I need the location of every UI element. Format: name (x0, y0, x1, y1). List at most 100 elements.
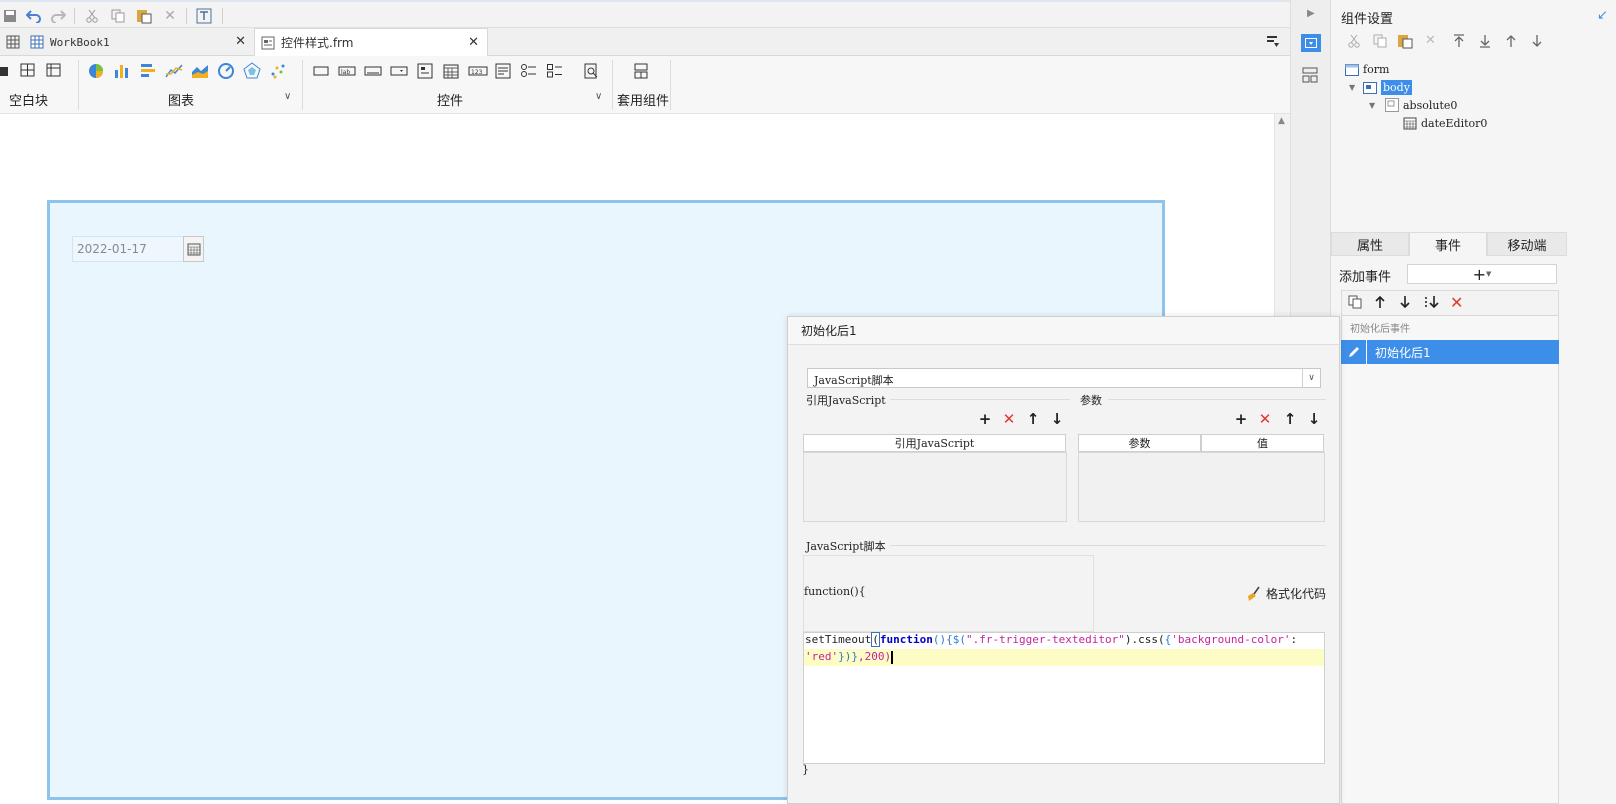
copy-icon[interactable] (108, 6, 128, 26)
number-widget-icon[interactable]: 123 (468, 62, 488, 82)
quick-toolbar: ✕ (0, 0, 1330, 28)
ref-js-list[interactable] (803, 452, 1067, 522)
event-item-selected[interactable]: 初始化后1 (1341, 340, 1559, 364)
component-settings-icon[interactable] (1301, 34, 1321, 52)
scatter-chart-icon[interactable] (269, 62, 289, 82)
undo-icon[interactable] (24, 6, 44, 26)
area-chart-icon[interactable] (191, 62, 211, 82)
delete-param-icon[interactable]: ✕ (1257, 410, 1273, 428)
script-type-select[interactable]: JavaScript脚本 ∨ (807, 368, 1321, 388)
form-file-icon (261, 36, 275, 49)
checkbox-group-widget-icon[interactable] (546, 62, 566, 82)
move-up-icon[interactable]: ↑ (1025, 410, 1041, 428)
dropdown-widget-icon[interactable] (390, 62, 410, 82)
move-down-icon[interactable]: ↓ (1306, 410, 1322, 428)
code-token: ".fr-trigger-texteditor" (965, 633, 1125, 646)
blank-block-icon[interactable] (0, 62, 20, 82)
move-top-icon[interactable] (1453, 34, 1465, 51)
ribbon-separator (302, 60, 303, 110)
code-token: ).css( (1124, 633, 1165, 646)
format-code-button[interactable]: 格式化代码 (1246, 585, 1326, 602)
expand-icon[interactable]: ↙ (1597, 8, 1608, 23)
move-up-icon[interactable] (1374, 295, 1386, 312)
close-icon[interactable]: ✕ (235, 34, 246, 49)
delete-ref-js-icon[interactable]: ✕ (1001, 410, 1017, 428)
code-editor[interactable]: setTimeout(function(){$(".fr-trigger-tex… (803, 632, 1325, 764)
tab-mobile[interactable]: 移动端 (1487, 232, 1567, 256)
add-ref-js-icon[interactable]: + (977, 410, 993, 428)
code-line-1: setTimeout(function(){$(".fr-trigger-tex… (805, 632, 1298, 647)
move-up-icon[interactable]: ↑ (1282, 410, 1298, 428)
line-chart-icon[interactable] (165, 62, 185, 82)
tree-node-body[interactable]: body (1363, 80, 1412, 95)
chevron-down-icon[interactable]: ∨ (595, 91, 602, 102)
tree-expand-icon[interactable]: ▼ (1369, 101, 1375, 110)
move-bottom-icon[interactable] (1479, 34, 1491, 51)
preview-widget-icon[interactable] (582, 62, 602, 82)
horizontal-bar-chart-icon[interactable] (139, 62, 159, 82)
close-icon[interactable]: ✕ (468, 35, 479, 50)
template-component-icon[interactable] (632, 62, 652, 82)
sort-down-icon[interactable] (1424, 295, 1440, 312)
bar-chart-icon[interactable] (113, 62, 133, 82)
text-format-icon[interactable] (194, 6, 214, 26)
grid-view-tab-icon[interactable] (0, 28, 24, 56)
radio-group-widget-icon[interactable] (520, 62, 540, 82)
redo-icon[interactable] (48, 6, 68, 26)
copy-icon[interactable] (1348, 295, 1362, 312)
section-line (1108, 399, 1326, 400)
move-up-icon[interactable] (1505, 34, 1517, 51)
tab-form-file[interactable]: 控件样式.frm ✕ (254, 28, 488, 56)
form-icon (1345, 63, 1359, 76)
absolute-layout-icon (1385, 98, 1399, 112)
layout-panel-icon[interactable] (1301, 66, 1319, 87)
workbook-icon (30, 35, 44, 49)
copy-icon[interactable] (1373, 34, 1387, 51)
move-down-icon[interactable]: ↓ (1049, 410, 1065, 428)
textbox-widget-icon[interactable] (364, 62, 384, 82)
tab-workbook1[interactable]: WorkBook1 ✕ (24, 28, 254, 56)
radar-chart-icon[interactable] (243, 62, 263, 82)
cut-icon[interactable] (1347, 34, 1361, 51)
list-widget-icon[interactable] (416, 62, 436, 82)
tab-events[interactable]: 事件 (1409, 232, 1487, 256)
date-picker-button[interactable] (183, 236, 204, 262)
chevron-down-icon[interactable]: ∨ (284, 91, 291, 102)
tree-node-dateeditor0[interactable]: dateEditor0 (1403, 116, 1487, 130)
date-widget-icon[interactable] (442, 62, 462, 82)
code-token: : (1290, 633, 1298, 646)
gauge-chart-icon[interactable] (217, 62, 237, 82)
textarea-widget-icon[interactable] (494, 62, 514, 82)
add-param-icon[interactable]: + (1233, 410, 1249, 428)
param-list[interactable] (1078, 452, 1325, 522)
svg-text:123: 123 (471, 69, 483, 76)
tree-node-absolute0[interactable]: absolute0 (1385, 98, 1457, 112)
table-block-icon[interactable] (46, 62, 66, 82)
label-widget-icon[interactable]: lab (338, 62, 358, 82)
tree-expand-icon[interactable]: ▼ (1349, 83, 1355, 92)
code-token: })} (838, 650, 858, 663)
paste-icon[interactable] (134, 6, 154, 26)
scroll-up-icon[interactable]: ▲ (1278, 116, 1285, 126)
split-block-icon[interactable] (20, 62, 40, 82)
tab-menu-icon[interactable] (1266, 34, 1280, 51)
delete-icon[interactable]: ✕ (160, 6, 180, 26)
tab-properties[interactable]: 属性 (1331, 232, 1409, 256)
delete-event-icon[interactable]: ✕ (1450, 293, 1463, 312)
paste-icon[interactable] (1397, 33, 1413, 52)
collapse-arrow-icon[interactable]: ▶ (1307, 8, 1315, 19)
date-editor-input[interactable]: 2022-01-17 (72, 236, 184, 262)
save-icon[interactable] (0, 6, 20, 26)
toolbar-separator (186, 8, 187, 24)
add-event-button[interactable]: + ▼ (1407, 264, 1557, 284)
code-token: function (879, 633, 933, 646)
move-down-icon[interactable] (1531, 34, 1543, 51)
tree-node-form[interactable]: form (1345, 63, 1389, 76)
move-down-icon[interactable] (1399, 295, 1411, 312)
chevron-down-icon[interactable]: ∨ (1302, 369, 1320, 387)
delete-icon[interactable]: ✕ (1425, 33, 1436, 48)
button-widget-icon[interactable] (312, 62, 332, 82)
pie-chart-icon[interactable] (87, 62, 107, 82)
tab-label: 事件 (1434, 239, 1461, 254)
cut-icon[interactable] (82, 6, 102, 26)
